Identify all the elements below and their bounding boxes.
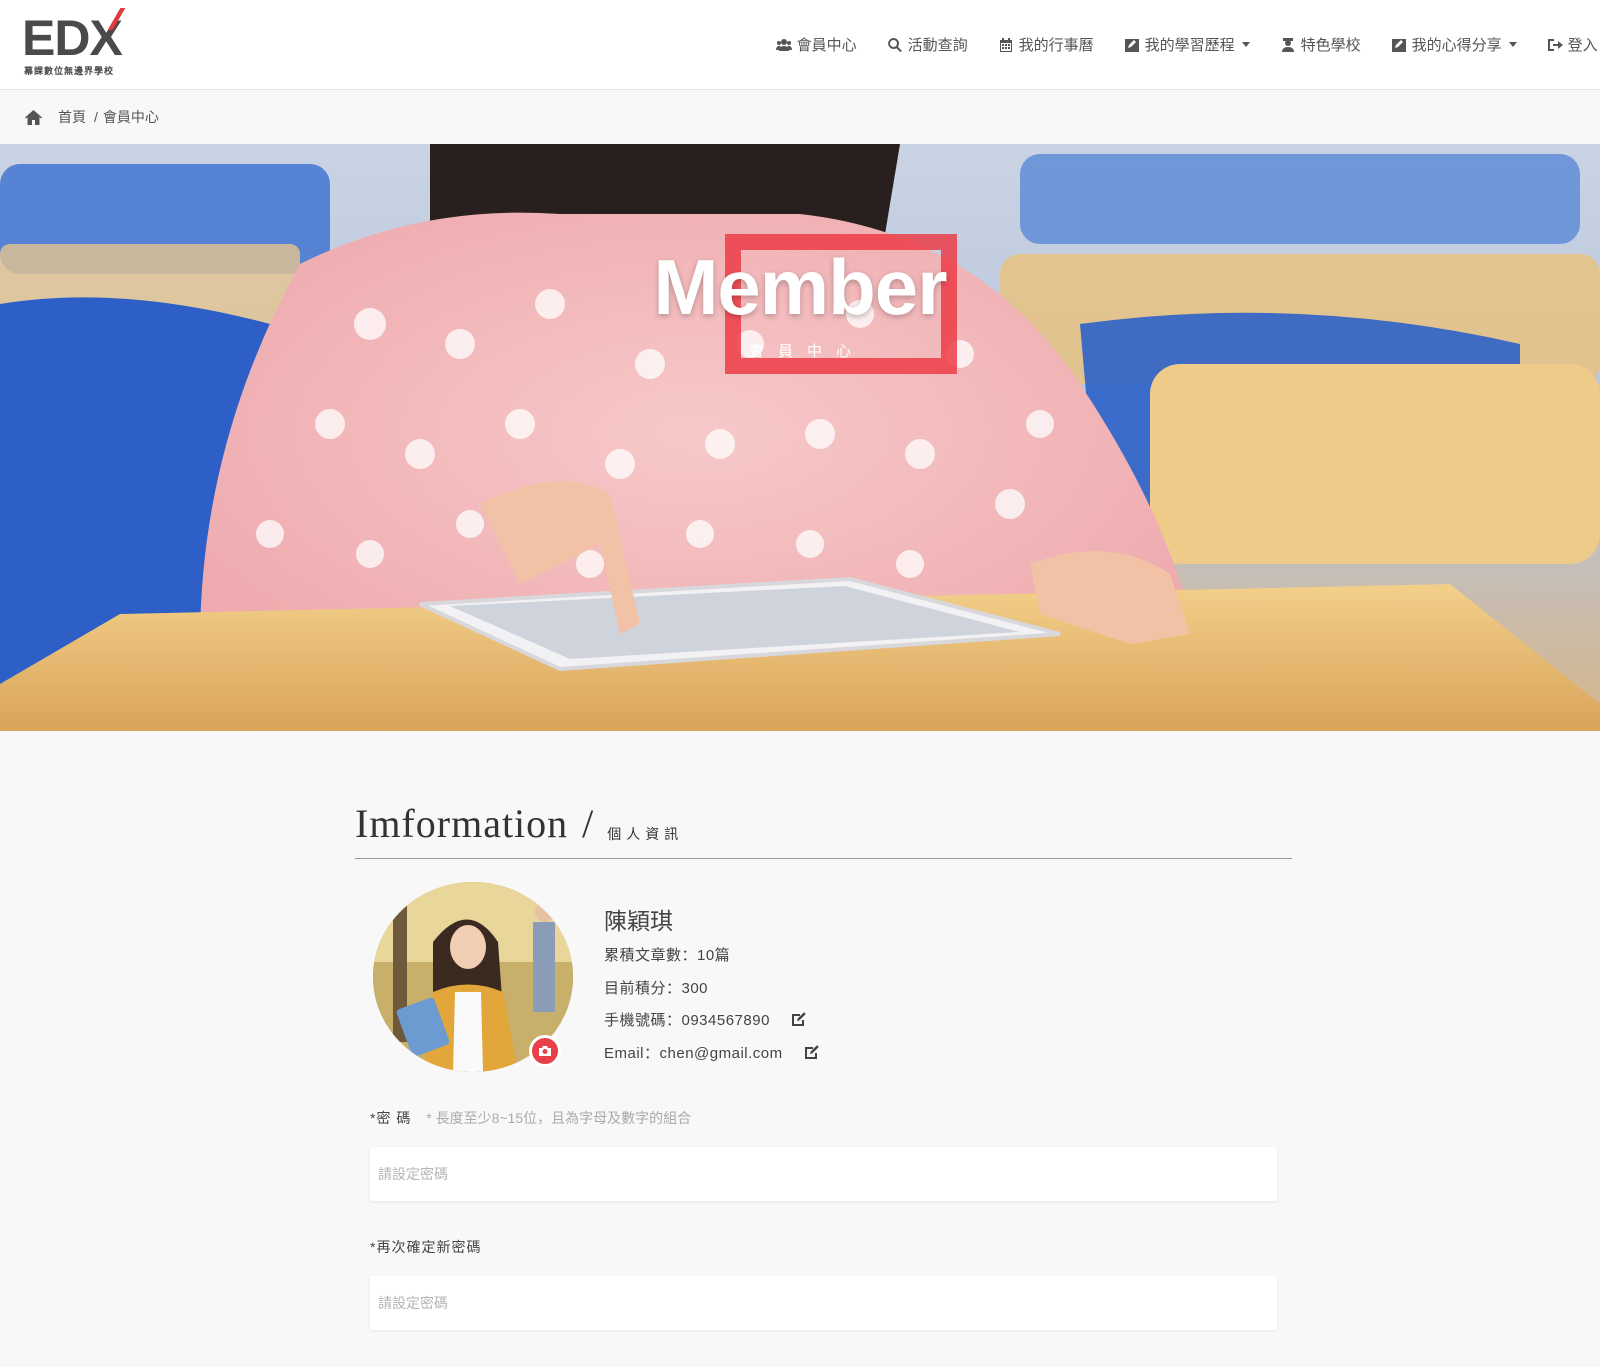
nav-item-activity-search[interactable]: 活動查詢 — [887, 34, 968, 55]
home-icon[interactable] — [25, 109, 42, 125]
breadcrumb-home[interactable]: 首頁 — [58, 107, 86, 127]
profile-phone: 手機號碼：0934567890 — [604, 1009, 807, 1030]
breadcrumb-current: 會員中心 — [102, 109, 159, 125]
edit-square-icon — [1124, 38, 1139, 52]
camera-icon — [539, 1046, 551, 1056]
profile-email: Email：chen@gmail.com — [604, 1042, 820, 1063]
nav-label: 我的心得分享 — [1411, 37, 1502, 54]
hero-subtitle: 會員中心 — [748, 343, 865, 360]
section-divider — [355, 858, 1292, 859]
edit-square-icon — [1391, 38, 1406, 52]
nav-label: 會員中心 — [796, 37, 857, 54]
nav-item-sharing[interactable]: 我的心得分享 — [1391, 34, 1517, 55]
points-value: 目前積分：300 — [604, 980, 709, 997]
profile-name: 陳穎琪 — [604, 908, 673, 934]
nav-label: 活動查詢 — [907, 37, 968, 54]
hero-title-block: Member 會員中心 — [0, 144, 1600, 731]
password-hint: * 長度至少8~15位，且為字母及數字的組合 — [426, 1110, 692, 1126]
email-value: Email：chen@gmail.com — [604, 1045, 783, 1062]
section-subtitle: 個人資訊 — [607, 826, 684, 842]
nav-item-calendar[interactable]: 我的行事曆 — [998, 34, 1094, 55]
phone-value: 手機號碼：0934567890 — [604, 1012, 770, 1029]
hero-banner: Member 會員中心 — [0, 144, 1600, 731]
sign-in-icon — [1547, 38, 1563, 51]
breadcrumb-separator: / — [94, 109, 98, 125]
profile-articles: 累積文章數：10篇 — [604, 944, 730, 965]
password-input[interactable] — [370, 1147, 1277, 1201]
edit-phone-icon[interactable] — [790, 1011, 807, 1028]
calendar-icon — [999, 37, 1012, 52]
nav-label: 登入 / — [1567, 37, 1600, 54]
nav-label: 特色學校 — [1300, 37, 1361, 54]
edx-logo[interactable]: EDX 幕課數位無邊界學校 — [22, 8, 137, 76]
password-label-row: *密 碼 * 長度至少8~15位，且為字母及數字的組合 — [370, 1108, 691, 1128]
nav-item-featured-schools[interactable]: 特色學校 — [1280, 34, 1361, 55]
hero-title: Member — [653, 243, 947, 331]
chevron-down-icon — [1241, 42, 1250, 47]
edit-email-icon[interactable] — [803, 1044, 820, 1061]
section-heading: Imformation / 個人資訊 — [355, 800, 683, 847]
password-label: *密 碼 — [370, 1110, 412, 1126]
chevron-down-icon — [1508, 42, 1517, 47]
site-header: EDX 幕課數位無邊界學校 會員中心 活動查詢 我的行事曆 我的學習歷程 特色學… — [0, 0, 1600, 90]
section-title-slash: / — [582, 801, 594, 846]
main-nav: 會員中心 活動查詢 我的行事曆 我的學習歷程 特色學校 我的心得分享 登入 / — [746, 34, 1600, 55]
change-avatar-button[interactable] — [529, 1035, 561, 1067]
articles-count: 累積文章數：10篇 — [604, 947, 731, 964]
breadcrumb: 首頁 / 會員中心 — [25, 107, 159, 127]
nav-label: 我的學習歷程 — [1144, 37, 1235, 54]
logo-subtitle: 幕課數位無邊界學校 — [24, 66, 115, 76]
nav-item-learning-history[interactable]: 我的學習歷程 — [1124, 34, 1250, 55]
nav-item-member-center[interactable]: 會員中心 — [775, 34, 857, 55]
confirm-password-label: *再次確定新密碼 — [370, 1239, 482, 1255]
users-icon — [775, 38, 792, 51]
search-icon — [887, 37, 902, 52]
profile-points: 目前積分：300 — [604, 977, 708, 998]
section-title: Imformation — [355, 801, 569, 846]
confirm-password-label-row: *再次確定新密碼 — [370, 1237, 481, 1257]
logo-text: EDX — [22, 10, 123, 66]
nav-label: 我的行事曆 — [1018, 37, 1094, 54]
nav-item-login[interactable]: 登入 / — [1547, 34, 1600, 55]
graduate-icon — [1281, 37, 1294, 52]
confirm-password-input[interactable] — [370, 1276, 1277, 1330]
